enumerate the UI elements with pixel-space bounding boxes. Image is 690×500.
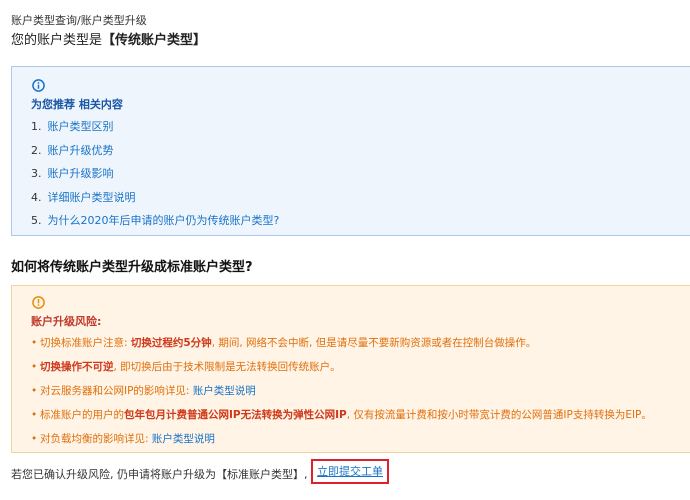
breadcrumb: 账户类型查询/账户类型升级: [11, 14, 147, 27]
list-item: 4. 详细账户类型说明: [31, 191, 279, 215]
recommend-panel: 为您推荐 相关内容 1. 账户类型区别 2. 账户升级优势 3. 账户升级影响 4. 详…: [11, 66, 690, 236]
list-item: • 切换标准账户注意: 切换过程约5分钟, 期间, 网络不会中断, 但是请尽量不要…: [31, 337, 537, 349]
risk-text: 切换标准账户注意:: [40, 337, 131, 349]
recommend-link[interactable]: 为什么2020年后申请的账户仍为传统账户类型?: [48, 214, 280, 227]
account-type-doc-link[interactable]: 账户类型说明: [193, 385, 256, 397]
risk-title: 账户升级风险:: [31, 315, 102, 328]
recommend-link[interactable]: 详细账户类型说明: [48, 191, 136, 204]
risk-list: • 切换标准账户注意: 切换过程约5分钟, 期间, 网络不会中断, 但是请尽量不要…: [31, 337, 652, 457]
recommend-link[interactable]: 账户升级影响: [48, 167, 114, 180]
risk-panel: 账户升级风险: • 切换标准账户注意: 切换过程约5分钟, 期间, 网络不会中断,…: [11, 285, 690, 453]
item-number: 1.: [31, 120, 42, 133]
recommend-link[interactable]: 账户升级优势: [48, 144, 114, 157]
item-number: 4.: [31, 190, 42, 204]
risk-emphasis: 包年包月计费普通公网IP无法转换为弹性公网IP: [124, 409, 347, 421]
item-number: 3.: [31, 167, 42, 180]
submit-ticket-button[interactable]: 立即提交工单: [311, 459, 389, 484]
recommend-link[interactable]: 账户类型区别: [48, 120, 114, 133]
risk-text: 对云服务器和公网IP的影响详见:: [40, 385, 193, 397]
warning-icon: [32, 296, 45, 309]
account-type-value: 【传统账户类型】: [102, 33, 207, 48]
risk-emphasis: 切换过程约5分钟: [130, 337, 212, 349]
recommend-title: 为您推荐 相关内容: [31, 98, 123, 111]
confirm-text: 若您已确认升级风险, 仍申请将账户升级为【标准账户类型】,: [11, 468, 308, 481]
account-type-doc-link[interactable]: 账户类型说明: [152, 433, 215, 445]
list-item: • 切换操作不可逆, 即切换后由于技术限制是无法转换回传统账户。: [31, 361, 341, 373]
list-item: 5. 为什么2020年后申请的账户仍为传统账户类型?: [31, 214, 279, 238]
list-item: 2. 账户升级优势: [31, 144, 279, 168]
risk-text: 标准账户的用户的: [40, 409, 124, 421]
recommend-list: 1. 账户类型区别 2. 账户升级优势 3. 账户升级影响 4. 详细账户类型说明 5.…: [31, 120, 279, 238]
list-item: 1. 账户类型区别: [31, 120, 279, 144]
item-number: 5.: [31, 214, 42, 227]
list-item: • 标准账户的用户的包年包月计费普通公网IP无法转换为弹性公网IP, 仅有按流量计…: [31, 409, 652, 421]
item-number: 2.: [31, 143, 42, 157]
risk-emphasis: 切换操作不可逆: [40, 361, 114, 373]
info-icon: [32, 79, 45, 92]
upgrade-heading: 如何将传统账户类型升级成标准账户类型?: [11, 260, 253, 275]
account-type-line: 您的账户类型是【传统账户类型】: [11, 29, 206, 48]
account-type-prefix: 您的账户类型是: [11, 33, 103, 48]
risk-text: , 期间, 网络不会中断, 但是请尽量不要新购资源或者在控制台做操作。: [211, 337, 537, 349]
list-item: • 对负载均衡的影响详见: 账户类型说明: [31, 433, 215, 445]
risk-text: , 仅有按流量计费和按小时带宽计费的公网普通IP支持转换为EIP。: [346, 409, 652, 421]
risk-text: 对负载均衡的影响详见:: [40, 433, 152, 445]
list-item: 3. 账户升级影响: [31, 167, 279, 191]
list-item: • 对云服务器和公网IP的影响详见: 账户类型说明: [31, 385, 256, 397]
risk-text: , 即切换后由于技术限制是无法转换回传统账户。: [113, 361, 341, 373]
